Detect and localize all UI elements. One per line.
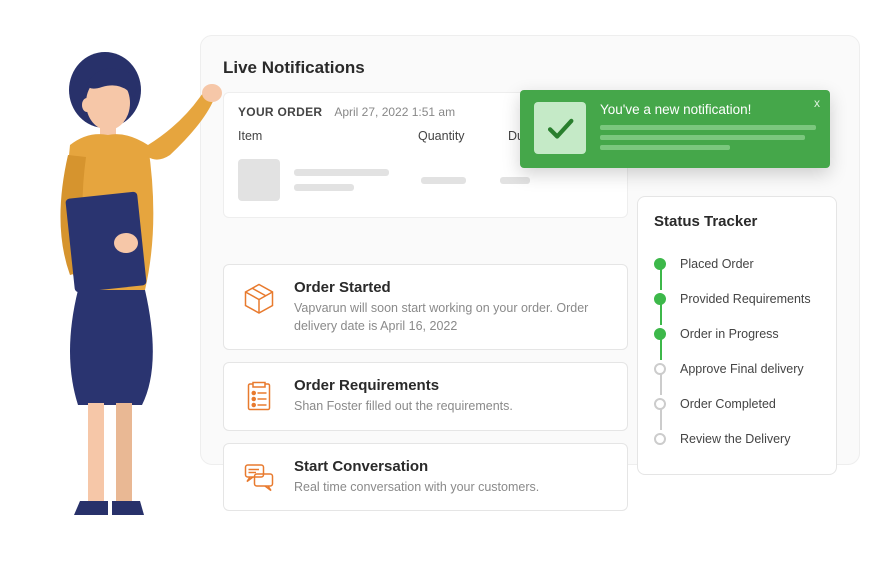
tracker-title: Status Tracker (654, 213, 820, 230)
toast-placeholder-lines (600, 125, 816, 150)
step-order-completed: Order Completed (654, 386, 820, 421)
step-dot-icon (654, 258, 666, 270)
box-icon (240, 279, 278, 317)
tracker-steps: Placed Order Provided Requirements Order… (654, 246, 820, 456)
placeholder-title-lines (294, 169, 389, 191)
step-approve-delivery: Approve Final delivery (654, 351, 820, 386)
card-start-conversation[interactable]: Start Conversation Real time conversatio… (223, 443, 628, 512)
card-order-requirements[interactable]: Order Requirements Shan Foster filled ou… (223, 362, 628, 431)
step-label: Order in Progress (680, 327, 779, 341)
placeholder-image (238, 159, 280, 201)
toast-title: You've a new notification! (600, 102, 816, 117)
card-desc: Vapvarun will soon start working on your… (294, 300, 611, 335)
chat-icon (240, 458, 278, 496)
header-item: Item (238, 129, 418, 143)
clipboard-icon (240, 377, 278, 415)
step-label: Review the Delivery (680, 432, 790, 446)
order-label: YOUR ORDER (238, 105, 322, 119)
notification-toast[interactable]: You've a new notification! x (520, 90, 830, 168)
step-label: Approve Final delivery (680, 362, 804, 376)
step-dot-icon (654, 363, 666, 375)
step-placed-order: Placed Order (654, 246, 820, 281)
card-title: Start Conversation (294, 458, 539, 475)
status-tracker: Status Tracker Placed Order Provided Req… (637, 196, 837, 475)
card-desc: Real time conversation with your custome… (294, 479, 539, 497)
step-label: Placed Order (680, 257, 754, 271)
step-provided-requirements: Provided Requirements (654, 281, 820, 316)
panel-title: Live Notifications (223, 58, 837, 78)
step-label: Order Completed (680, 397, 776, 411)
card-order-started[interactable]: Order Started Vapvarun will soon start w… (223, 264, 628, 350)
step-order-in-progress: Order in Progress (654, 316, 820, 351)
check-icon (534, 102, 586, 154)
card-title: Order Started (294, 279, 611, 296)
card-title: Order Requirements (294, 377, 513, 394)
notification-cards: Order Started Vapvarun will soon start w… (223, 264, 628, 511)
step-dot-icon (654, 328, 666, 340)
step-review-delivery: Review the Delivery (654, 421, 820, 456)
step-dot-icon (654, 293, 666, 305)
card-desc: Shan Foster filled out the requirements. (294, 398, 513, 416)
presenter-illustration (30, 45, 230, 545)
step-label: Provided Requirements (680, 292, 811, 306)
placeholder-duration (500, 177, 530, 184)
step-dot-icon (654, 398, 666, 410)
toast-body: You've a new notification! (600, 102, 816, 154)
placeholder-qty (421, 177, 466, 184)
header-quantity: Quantity (418, 129, 508, 143)
step-dot-icon (654, 433, 666, 445)
close-icon[interactable]: x (814, 96, 820, 110)
order-date: April 27, 2022 1:51 am (334, 105, 455, 119)
